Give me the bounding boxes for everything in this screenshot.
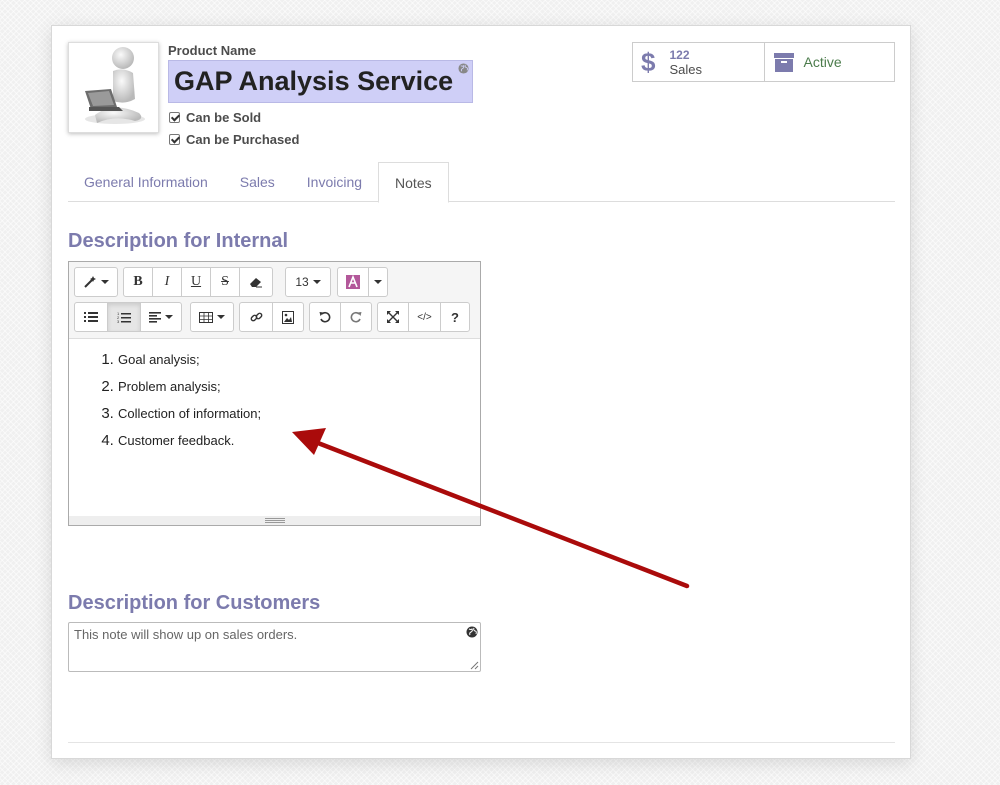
annotation-arrow-icon: [292, 428, 690, 589]
